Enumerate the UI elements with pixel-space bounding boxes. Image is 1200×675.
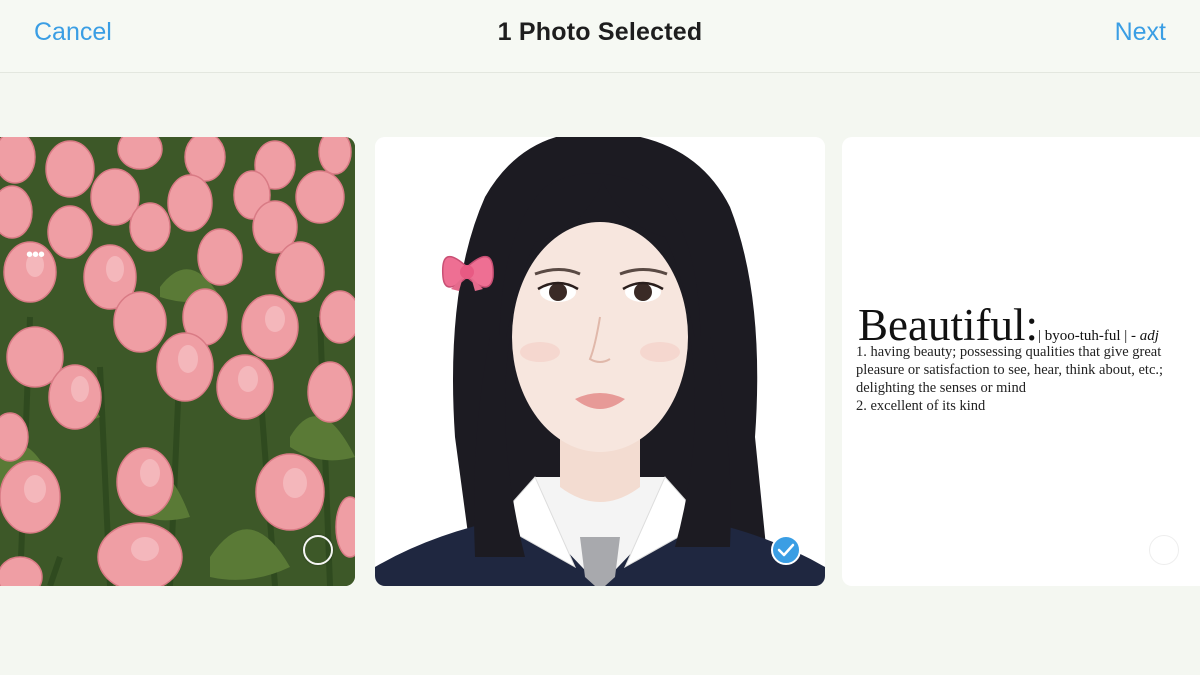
photo-card-definition[interactable]: Beautiful:| byoo-tuh-ful | - adj 1. havi… bbox=[842, 137, 1200, 586]
navigation-bar: Cancel 1 Photo Selected Next bbox=[0, 0, 1200, 73]
definition-line: 1. having beauty; possessing qualities t… bbox=[856, 344, 1162, 360]
portrait-image bbox=[375, 137, 825, 586]
select-circle-checked[interactable] bbox=[771, 535, 801, 565]
select-circle-unchecked[interactable] bbox=[303, 535, 333, 565]
next-button[interactable]: Next bbox=[1115, 18, 1166, 47]
photo-card-portrait[interactable] bbox=[375, 137, 825, 586]
select-circle-unchecked[interactable] bbox=[1149, 535, 1179, 565]
definition-line: delighting the senses or mind bbox=[856, 380, 1026, 396]
definition-line: pleasure or satisfaction to see, hear, t… bbox=[856, 362, 1164, 378]
definition-pronunciation: | byoo-tuh-ful | - bbox=[1037, 328, 1140, 344]
photo-card-tulips[interactable]: ••• bbox=[0, 137, 355, 586]
definition-text: 1. having beauty; possessing qualities t… bbox=[856, 343, 1176, 415]
page-title: 1 Photo Selected bbox=[497, 18, 703, 46]
definition-line: 2. excellent of its kind bbox=[856, 398, 986, 414]
checkmark-icon bbox=[777, 543, 795, 557]
tulips-image bbox=[0, 137, 355, 586]
definition-part-of-speech: adj bbox=[1139, 328, 1159, 344]
more-icon[interactable]: ••• bbox=[26, 245, 45, 265]
